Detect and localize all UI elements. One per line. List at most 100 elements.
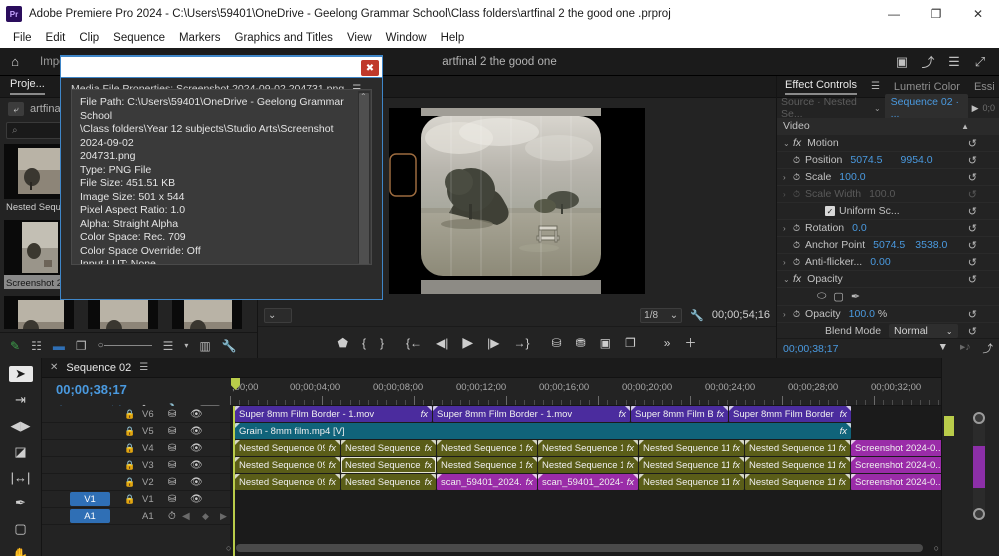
sync-icon[interactable]: ⛁ xyxy=(168,460,176,471)
eye-icon[interactable]: 👁 xyxy=(190,494,203,505)
property-rotation[interactable]: › ⏱ Rotation 0.0 ↺ xyxy=(777,220,999,237)
timeline-clip[interactable]: Nested Sequence 10 fx xyxy=(437,440,537,456)
eye-icon[interactable]: 👁 xyxy=(190,460,203,471)
timeline-clip[interactable]: Nested Sequence 11 fx xyxy=(745,440,850,456)
dialog-close-button[interactable]: ✖ xyxy=(361,60,379,76)
go-to-out-icon[interactable]: →} xyxy=(514,336,530,350)
reset-icon[interactable]: ↺ xyxy=(968,222,977,235)
scroll-thumb[interactable] xyxy=(236,544,923,552)
reset-icon[interactable]: ↺ xyxy=(968,256,977,269)
list-item[interactable] xyxy=(4,296,74,329)
step-back-icon[interactable]: ◀| xyxy=(436,336,448,350)
reset-icon[interactable]: ↺ xyxy=(968,239,977,252)
icon-view-icon[interactable]: ▬ xyxy=(53,339,65,353)
lock-icon[interactable]: 🔒 xyxy=(124,426,135,437)
parent-folder-icon[interactable]: ⤶ xyxy=(8,102,24,116)
blend-mode-select[interactable]: Normal ⌄ xyxy=(889,324,958,338)
stopwatch-icon[interactable]: ⏱ xyxy=(793,155,800,166)
mute-icon[interactable]: ⏱ xyxy=(168,511,176,522)
timeline-ruler[interactable]: ;00;00 00;00;04;00 00;00;08;00 00;00;12;… xyxy=(230,378,995,406)
dialog-scroll-thumb[interactable] xyxy=(359,93,369,264)
disclosure-triangle-icon[interactable]: › xyxy=(783,173,793,182)
timeline-timecode[interactable]: 00;00;38;17 xyxy=(56,382,127,397)
property-anchor-y[interactable]: 3538.0 xyxy=(915,239,947,251)
property-anchor-x[interactable]: 5074.5 xyxy=(873,239,905,251)
chevron-up-icon[interactable]: ▲ xyxy=(961,122,969,131)
wrench-icon[interactable]: 🔧 xyxy=(222,339,237,353)
fullscreen-icon[interactable]: ▣ xyxy=(891,52,913,72)
group-motion[interactable]: ⌄ fx Motion ↺ xyxy=(777,135,999,152)
menu-item-edit[interactable]: Edit xyxy=(39,32,73,44)
property-uniform-scale[interactable]: ✓ Uniform Sc... ↺ xyxy=(777,203,999,220)
scroll-left-handle[interactable]: ○ xyxy=(226,543,231,553)
minimize-button[interactable]: — xyxy=(873,0,915,28)
timeline-clip[interactable]: scan_59401_2024... fx xyxy=(437,474,537,490)
program-timecode[interactable]: 00;00;54;16 xyxy=(712,309,770,321)
track-header[interactable]: 🔒 V2 ⛁ 👁 xyxy=(42,474,230,491)
ellipse-mask-icon[interactable]: ⬭ xyxy=(817,290,826,303)
section-video[interactable]: Video ▲ xyxy=(777,118,999,135)
timeline-clip[interactable]: Screenshot 2024-0...fx xyxy=(851,440,941,456)
timeline-clip[interactable]: Screenshot 2024-0...fx xyxy=(851,457,941,473)
timeline-clip[interactable]: Nested Sequence 11 fx xyxy=(639,457,744,473)
pen-icon[interactable]: ✎ xyxy=(10,339,20,353)
timeline-clip[interactable]: Nested Sequence 09fx xyxy=(235,474,340,490)
eye-icon[interactable]: 👁 xyxy=(190,477,203,488)
source-track-indicator[interactable]: A1 xyxy=(70,509,110,523)
timeline-scrollbar[interactable]: ○ ○ xyxy=(226,543,941,554)
menu-item-help[interactable]: Help xyxy=(434,32,472,44)
tab-effect-controls[interactable]: Effect Controls xyxy=(785,79,857,95)
dialog-scrollbar[interactable]: ⌃ xyxy=(358,91,370,264)
reset-icon[interactable]: ↺ xyxy=(968,273,977,286)
tab-essential[interactable]: Essi xyxy=(974,81,995,93)
keyframe-add-icon[interactable]: ◆ xyxy=(202,511,209,522)
maximize-button[interactable]: ❐ xyxy=(915,0,957,28)
play-icon[interactable]: ▶ xyxy=(462,334,473,351)
fx-footer-timecode[interactable]: 00;00;38;17 xyxy=(783,343,838,355)
eye-icon[interactable]: 👁 xyxy=(190,409,203,420)
timeline-clip[interactable]: scan_59401_2024-... fx xyxy=(538,474,638,490)
settings-wrench-icon[interactable]: 🔧 xyxy=(690,309,704,322)
scrollbar-top-knob[interactable] xyxy=(973,412,985,424)
timeline-clip[interactable]: Nested Sequence 11 fx xyxy=(639,440,744,456)
extract-icon[interactable]: ⛃ xyxy=(576,336,586,350)
lock-icon[interactable]: 🔒 xyxy=(124,494,135,505)
tab-project[interactable]: Proje... xyxy=(10,78,45,95)
playback-resolution-select[interactable]: ⌄ xyxy=(264,307,292,323)
property-scale[interactable]: › ⏱ Scale 100.0 ↺ xyxy=(777,169,999,186)
mark-out-icon[interactable]: } xyxy=(380,336,384,350)
timeline-clip[interactable]: Nested Sequence 09fx xyxy=(341,457,436,473)
more-icon[interactable]: ☰ xyxy=(943,52,965,72)
keyframe-next-icon[interactable]: ▶ xyxy=(220,511,227,522)
pen-tool[interactable]: ✒ xyxy=(9,495,33,511)
scroll-right-handle[interactable]: ○ xyxy=(934,543,939,553)
timeline-clip[interactable]: Super 8mm Film Border ... fx xyxy=(729,406,851,422)
ripple-edit-tool[interactable]: ◀▶ xyxy=(9,418,33,434)
property-position-y[interactable]: 9954.0 xyxy=(901,154,933,166)
disclosure-triangle-icon[interactable]: › xyxy=(783,258,793,267)
export-frame-icon[interactable]: ▣ xyxy=(600,336,611,350)
track-header[interactable]: 🔒 V3 ⛁ 👁 xyxy=(42,457,230,474)
lock-icon[interactable]: 🔒 xyxy=(124,409,135,420)
track-header[interactable]: V1 🔒 V1 ⛁ 👁 xyxy=(42,491,230,508)
stopwatch-icon[interactable]: ⏱ xyxy=(793,240,800,251)
group-opacity[interactable]: ⌄ fx Opacity ↺ xyxy=(777,271,999,288)
timeline-clip[interactable]: Nested Sequence 11 fx xyxy=(639,474,744,490)
reset-icon[interactable]: ↺ xyxy=(968,171,977,184)
keyframe-nav-icon[interactable]: ▸♪ xyxy=(960,341,971,356)
stopwatch-icon[interactable]: ⏱ xyxy=(793,309,800,320)
rate-stretch-tool[interactable]: |↔| xyxy=(9,470,33,485)
eye-icon[interactable]: 👁 xyxy=(190,426,203,437)
scrollbar-thumb[interactable] xyxy=(973,446,985,488)
plus-icon[interactable]: ＋ xyxy=(684,334,696,351)
sort-icon[interactable]: ☰ xyxy=(163,339,174,353)
property-rotation-value[interactable]: 0.0 xyxy=(852,222,867,234)
expand-icon[interactable]: ⤢ xyxy=(969,52,991,72)
add-marker-icon[interactable]: ⬟ xyxy=(338,336,348,350)
timeline-clip[interactable]: Nested Sequence 11 fx xyxy=(745,474,850,490)
stopwatch-icon[interactable]: ⏱ xyxy=(793,257,800,268)
timeline-clip[interactable]: Screenshot 2024-0...fx xyxy=(851,474,941,490)
scrollbar-bottom-knob[interactable] xyxy=(973,508,985,520)
property-scale-value[interactable]: 100.0 xyxy=(839,171,865,183)
disclosure-triangle-icon[interactable]: ⌄ xyxy=(783,139,793,148)
